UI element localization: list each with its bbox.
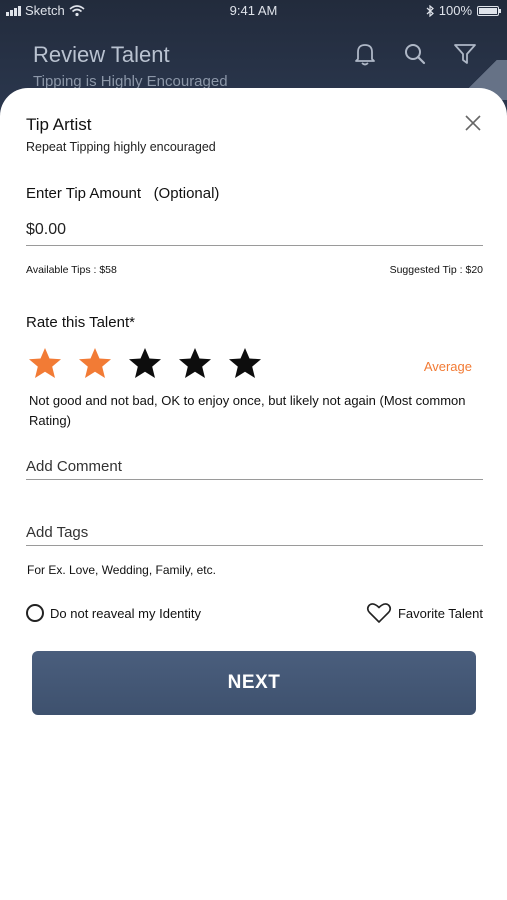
tip-amount-label: Enter Tip Amount (Optional)	[26, 185, 220, 202]
radio-icon[interactable]	[26, 604, 44, 622]
status-right: 100%	[426, 3, 501, 18]
favorite-label: Favorite Talent	[397, 605, 483, 621]
rate-label: Rate this Talent*	[26, 314, 135, 331]
header-actions	[351, 40, 479, 68]
favorite-option[interactable]: Favorite Talent	[366, 602, 483, 624]
dialog-subtitle: Repeat Tipping highly encouraged	[26, 140, 216, 154]
next-button[interactable]: NEXT	[32, 651, 476, 715]
options-row: Do not reaveal my Identity Favorite Tale…	[26, 602, 483, 624]
available-tips: Available Tips : $58	[26, 264, 117, 276]
anonymous-option[interactable]: Do not reaveal my Identity	[26, 604, 201, 622]
star-filled-icon[interactable]	[77, 346, 113, 380]
bell-icon[interactable]	[351, 40, 379, 68]
heart-icon[interactable]	[366, 602, 392, 624]
rating-word: Average	[423, 359, 472, 374]
filter-icon[interactable]	[451, 40, 479, 68]
tips-info-row: Available Tips : $58 Suggested Tip : $20	[26, 264, 483, 276]
star-empty-icon[interactable]	[127, 346, 163, 380]
star-rating[interactable]	[27, 346, 263, 380]
close-icon[interactable]	[463, 113, 483, 133]
tags-input[interactable]	[26, 520, 483, 546]
dialog-title: Tip Artist	[26, 115, 92, 134]
bluetooth-icon	[426, 4, 434, 17]
battery-icon	[477, 5, 501, 16]
tip-artist-sheet: Tip Artist Repeat Tipping highly encoura…	[0, 88, 507, 900]
status-bar: Sketch 9:41 AM 100%	[0, 0, 507, 22]
comment-input[interactable]	[26, 454, 483, 480]
star-filled-icon[interactable]	[27, 346, 63, 380]
anonymous-label: Do not reaveal my Identity	[50, 605, 202, 621]
star-empty-icon[interactable]	[177, 346, 213, 380]
tip-amount-input[interactable]	[26, 214, 483, 246]
suggested-tip: Suggested Tip : $20	[389, 264, 483, 276]
tags-hint: For Ex. Love, Wedding, Family, etc.	[27, 563, 216, 577]
search-icon[interactable]	[401, 40, 429, 68]
battery-percent: 100%	[438, 3, 472, 18]
rating-description: Not good and not bad, OK to enjoy once, …	[29, 393, 466, 428]
star-empty-icon[interactable]	[227, 346, 263, 380]
page-title: Review Talent	[33, 42, 170, 67]
